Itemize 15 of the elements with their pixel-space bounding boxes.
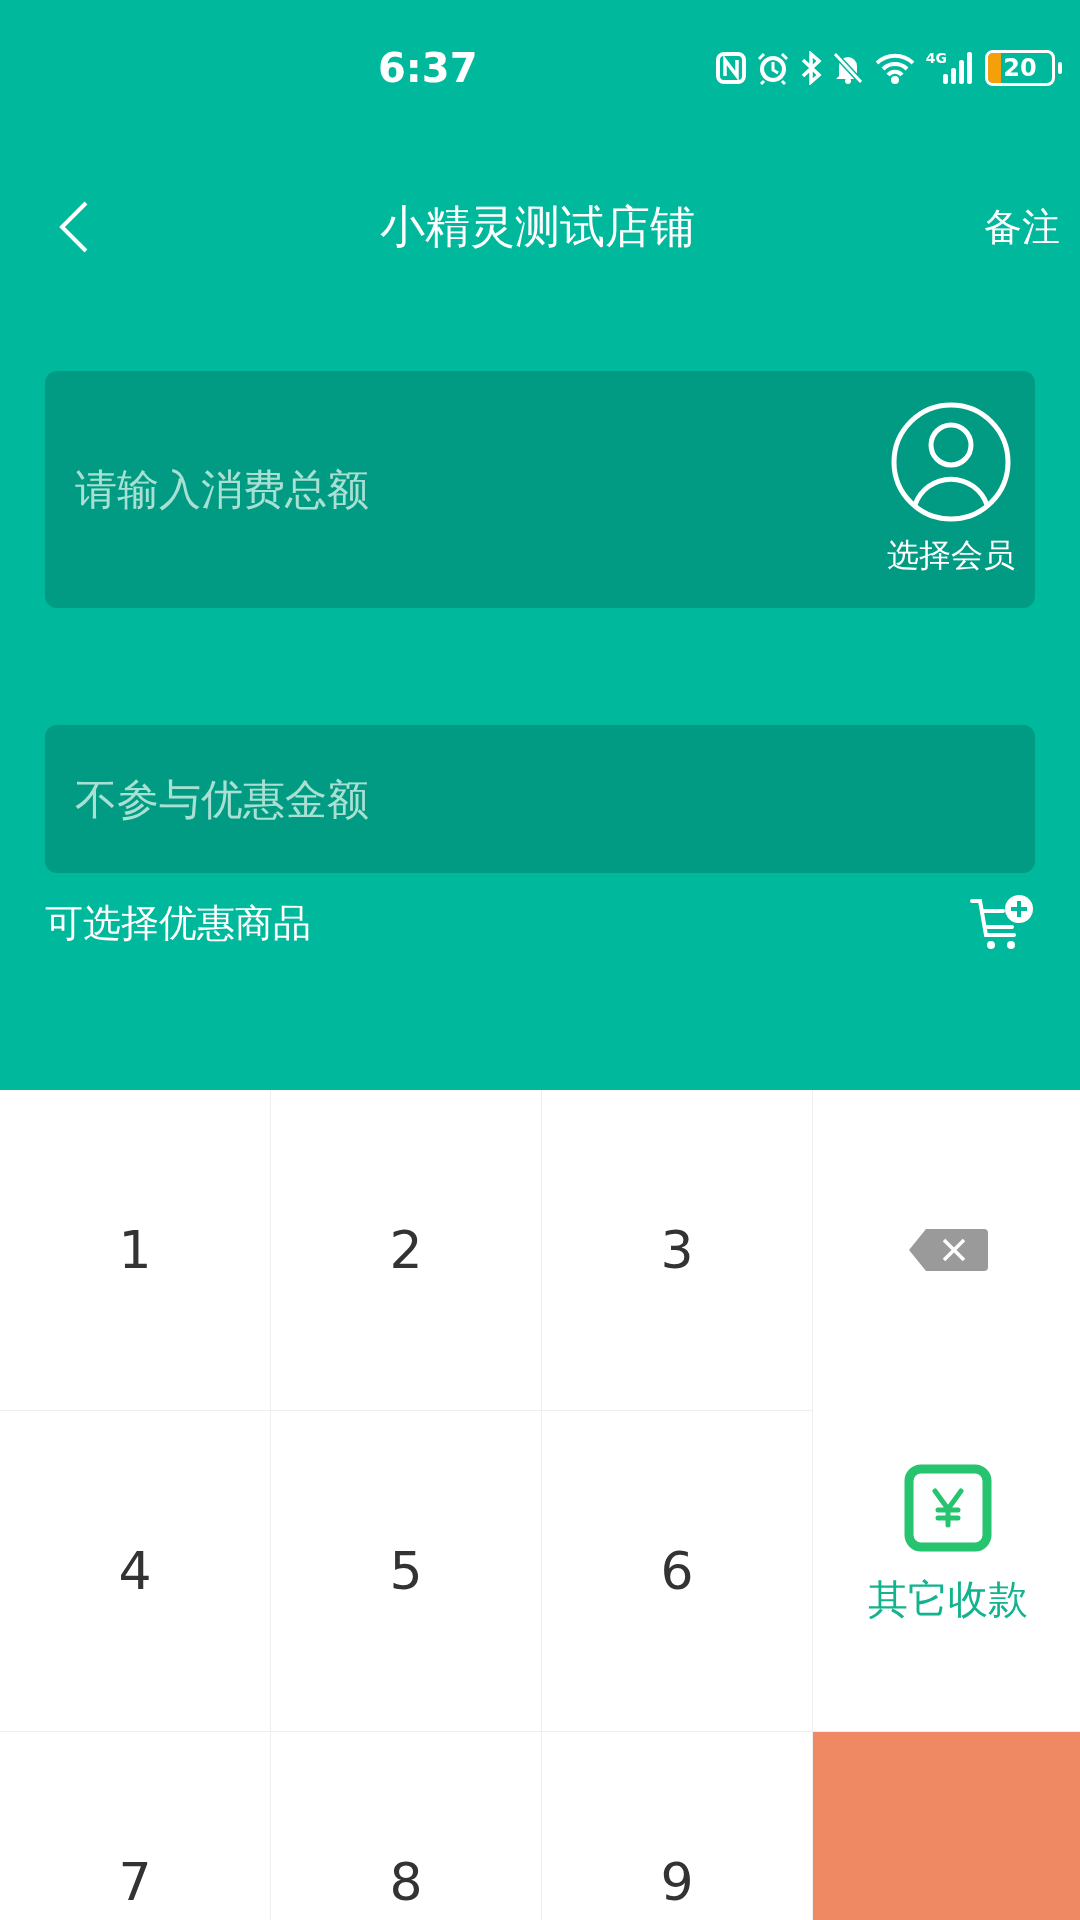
number-key[interactable]: 5 bbox=[271, 1411, 541, 1731]
amount-field[interactable]: 请输入消费总额 bbox=[75, 465, 887, 514]
number-key[interactable]: 8 bbox=[271, 1732, 541, 1920]
network-type: 4G bbox=[925, 49, 947, 66]
battery-percent: 20 bbox=[1003, 53, 1037, 82]
page-title: 小精灵测试店铺 bbox=[379, 199, 695, 255]
number-key[interactable]: 3 bbox=[542, 1090, 812, 1410]
number-key[interactable]: 9 bbox=[542, 1732, 812, 1920]
excluded-amount-field[interactable]: 不参与优惠金额 bbox=[45, 725, 1035, 873]
status-time: 6:37 bbox=[378, 44, 478, 91]
number-key[interactable]: 1 bbox=[0, 1090, 270, 1410]
number-key[interactable]: 6 bbox=[542, 1411, 812, 1731]
number-key[interactable]: 7 bbox=[0, 1732, 270, 1920]
number-key[interactable]: 4 bbox=[0, 1411, 270, 1731]
number-key[interactable]: 2 bbox=[271, 1090, 541, 1410]
